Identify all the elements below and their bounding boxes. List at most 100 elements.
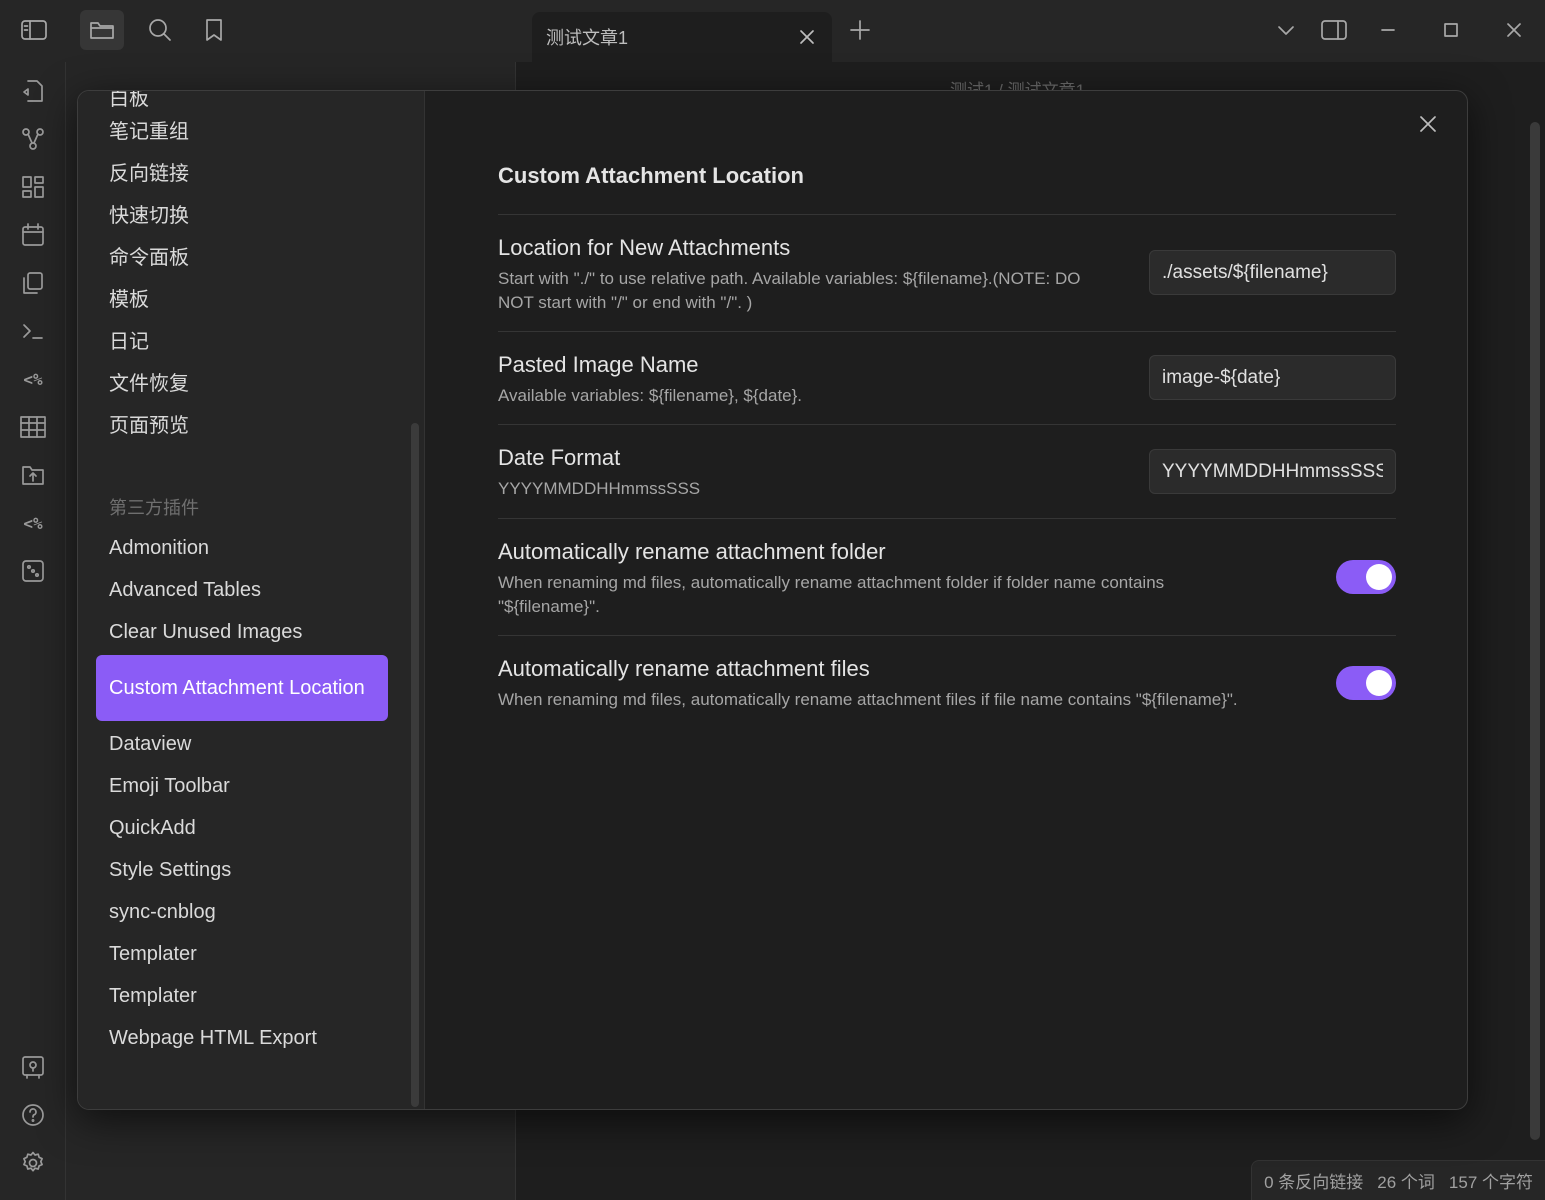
setting-date-format: Date Format YYYYMMDDHHmmssSSS [498, 425, 1396, 519]
word-count: 26 个词 [1377, 1173, 1435, 1192]
settings-button[interactable] [16, 1146, 50, 1180]
nav-item-page-preview[interactable]: 页面预览 [96, 405, 388, 447]
date-format-input[interactable] [1149, 449, 1396, 494]
file-explorer-button[interactable] [80, 10, 124, 50]
random-note-button[interactable] [16, 554, 50, 588]
tab-title: 测试文章1 [546, 28, 629, 48]
sidebar-right-icon [1320, 18, 1348, 42]
nav-item-templater[interactable]: Templater [96, 933, 388, 975]
setting-name: Pasted Image Name [498, 352, 699, 377]
nav-item-dataview[interactable]: Dataview [96, 723, 388, 765]
tab-active[interactable]: 测试文章1 [532, 12, 832, 62]
sidebar-left-icon [20, 18, 48, 42]
backlinks-count[interactable]: 0 条反向链接 [1264, 1168, 1363, 1193]
toggle-sidebar-button[interactable] [12, 10, 56, 50]
search-icon [147, 17, 173, 43]
editor-scrollbar[interactable] [1530, 122, 1540, 1140]
setting-name: Date Format [498, 445, 621, 470]
copy-icon [20, 270, 46, 296]
nav-item-daily-notes[interactable]: 日记 [96, 321, 388, 363]
bookmark-icon [202, 17, 226, 43]
title-bar: 测试文章1 [0, 0, 1545, 62]
calendar-icon [20, 222, 46, 248]
folder-upload-icon [20, 462, 46, 488]
setting-description: Available variables: ${filename}, ${date… [498, 386, 803, 405]
rename-files-toggle[interactable] [1336, 666, 1396, 700]
nav-item-emoji-toolbar[interactable]: Emoji Toolbar [96, 765, 388, 807]
templater-create-button[interactable]: <% [16, 506, 50, 540]
minimize-button[interactable] [1370, 14, 1406, 46]
table-icon [19, 414, 47, 440]
setting-description: YYYYMMDDHHmmssSSS [498, 479, 701, 498]
nav-item-backlinks[interactable]: 反向链接 [96, 153, 388, 195]
nav-item-command-palette[interactable]: 命令面板 [96, 237, 388, 279]
templater-button[interactable]: <% [16, 362, 50, 396]
help-button[interactable] [16, 1098, 50, 1132]
templater-icon: <% [23, 513, 43, 533]
command-palette-button[interactable] [16, 314, 50, 348]
setting-name: Automatically rename attachment files [498, 656, 870, 681]
terminal-icon [20, 318, 46, 344]
setting-name: Automatically rename attachment folder [498, 539, 886, 564]
canvas-button[interactable] [16, 170, 50, 204]
plus-icon [848, 18, 872, 42]
dice-icon [20, 558, 46, 584]
toggle-knob [1366, 564, 1392, 590]
nav-item-custom-attachment-location[interactable]: Custom Attachment Location [96, 655, 388, 721]
nav-item-note-composer[interactable]: 笔记重组 [96, 111, 388, 153]
close-icon [1504, 20, 1524, 40]
settings-title: Custom Attachment Location [498, 163, 804, 188]
nav-item-templater-2[interactable]: Templater [96, 975, 388, 1017]
nav-item-file-recovery[interactable]: 文件恢复 [96, 363, 388, 405]
close-window-button[interactable] [1496, 14, 1532, 46]
maximize-icon [1441, 20, 1461, 40]
upload-folder-button[interactable] [16, 458, 50, 492]
pasted-image-name-input[interactable] [1149, 355, 1396, 400]
file-switch-icon [20, 78, 46, 104]
advanced-tables-button[interactable] [16, 410, 50, 444]
gear-icon [20, 1150, 46, 1176]
nav-item-sync-cnblog[interactable]: sync-cnblog [96, 891, 388, 933]
setting-location-new-attachments: Location for New Attachments Start with … [498, 215, 1396, 332]
templates-button[interactable] [16, 266, 50, 300]
toggle-knob [1366, 670, 1392, 696]
daily-note-button[interactable] [16, 218, 50, 252]
char-count: 157 个字符 [1448, 1173, 1533, 1192]
setting-rename-attachment-folder: Automatically rename attachment folder W… [498, 519, 1396, 636]
tab-list-button[interactable] [1268, 14, 1304, 46]
nav-item-quickadd[interactable]: QuickAdd [96, 807, 388, 849]
close-settings-button[interactable] [1413, 109, 1443, 139]
bookmarks-button[interactable] [192, 10, 236, 50]
nav-item-advanced-tables[interactable]: Advanced Tables [96, 569, 388, 611]
attachment-location-input[interactable] [1149, 250, 1396, 295]
rename-folder-toggle[interactable] [1336, 560, 1396, 594]
nav-item-canvas[interactable]: 白板 [96, 91, 388, 111]
setting-description: When renaming md files, automatically re… [498, 690, 1238, 709]
nav-item-style-settings[interactable]: Style Settings [96, 849, 388, 891]
nav-item-admonition[interactable]: Admonition [96, 527, 388, 569]
new-tab-button[interactable] [838, 10, 882, 50]
settings-nav: 白板 笔记重组 反向链接 快速切换 命令面板 模板 日记 文件恢复 页面预览 第… [96, 91, 388, 1059]
folder-icon [88, 18, 116, 42]
help-circle-icon [20, 1102, 46, 1128]
setting-description: Start with "./" to use relative path. Av… [498, 269, 1081, 312]
setting-description: When renaming md files, automatically re… [498, 573, 1165, 616]
toggle-right-sidebar-button[interactable] [1316, 14, 1352, 46]
setting-pasted-image-name: Pasted Image Name Available variables: $… [498, 332, 1396, 425]
templater-icon: <% [23, 369, 43, 389]
sidebar-scrollbar[interactable] [411, 423, 419, 1107]
close-tab-icon[interactable] [796, 26, 818, 48]
nav-item-templates[interactable]: 模板 [96, 279, 388, 321]
nav-item-quick-switcher[interactable]: 快速切换 [96, 195, 388, 237]
nav-item-clear-unused-images[interactable]: Clear Unused Images [96, 611, 388, 653]
vault-icon [20, 1054, 46, 1080]
graph-view-button[interactable] [16, 122, 50, 156]
chevron-down-icon [1275, 19, 1297, 41]
status-bar: 0 条反向链接 26 个词 157 个字符 [1251, 1160, 1545, 1200]
open-quick-switcher-button[interactable] [16, 74, 50, 108]
search-button[interactable] [138, 10, 182, 50]
nav-item-webpage-html-export[interactable]: Webpage HTML Export [96, 1017, 388, 1059]
open-vault-button[interactable] [16, 1050, 50, 1084]
plugins-heading: 第三方插件 [109, 498, 199, 518]
maximize-button[interactable] [1433, 14, 1469, 46]
